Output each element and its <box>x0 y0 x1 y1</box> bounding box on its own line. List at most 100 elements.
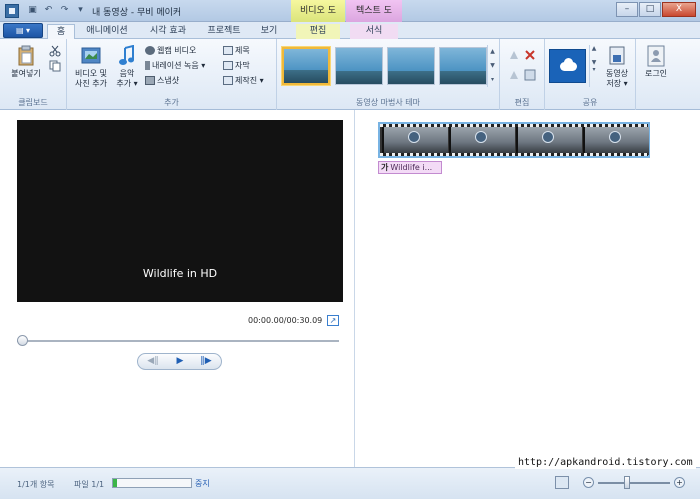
maximize-button[interactable]: □ <box>639 2 661 17</box>
webcam-icon <box>145 46 155 55</box>
share-group-label: 공유 <box>582 98 598 107</box>
seek-bar[interactable] <box>17 340 339 342</box>
autotheme-group: ▲ ▼ ▾ 동영상 마법사 테마 <box>277 39 500 110</box>
theme-thumbnail-3[interactable] <box>387 47 435 85</box>
time-readout: 00:00.00/00:30.09 <box>248 316 323 325</box>
tab-visual-effects[interactable]: 시각 효과 <box>141 24 195 39</box>
gallery-up-icon[interactable]: ▲ <box>488 45 497 59</box>
preview-caption-text: Wildlife in HD <box>142 267 218 280</box>
onedrive-share-button[interactable] <box>549 49 586 83</box>
rotate-left-icon[interactable] <box>508 49 520 61</box>
zoom-slider[interactable] <box>598 482 670 484</box>
caption-clip-text: Wildlife i... <box>390 163 433 172</box>
add-videos-photos-icon <box>81 47 101 64</box>
paste-label: 붙여넣기 <box>11 69 41 78</box>
add-videos-photos-line2: 사진 추가 <box>75 79 107 88</box>
seek-thumb[interactable] <box>17 335 28 346</box>
gallery-down-icon[interactable]: ▼ <box>488 59 497 73</box>
clip-frame <box>382 127 448 155</box>
movie-maker-app-icon[interactable] <box>5 4 19 18</box>
caption-button[interactable]: 자막 <box>223 60 250 71</box>
ribbon-tab-bar: ▤ ▾ 홈 애니메이션 시각 효과 프로젝트 보기 편집 서식 <box>0 22 700 39</box>
save-movie-icon <box>609 46 625 65</box>
fullscreen-button[interactable]: ↗ <box>327 315 339 326</box>
watermark-url: http://apkandroid.tistory.com <box>515 456 696 469</box>
status-bar: http://apkandroid.tistory.com 1/1개 항목 파일… <box>0 456 700 499</box>
close-button[interactable]: X <box>662 2 696 17</box>
theme-thumbnail-default[interactable] <box>282 47 330 85</box>
stop-link[interactable]: 중지 <box>195 478 210 489</box>
paste-button[interactable]: 붙여넣기 <box>6 45 46 79</box>
snapshot-button[interactable]: 스냅샷 <box>145 75 179 86</box>
share-gallery-scroller[interactable]: ▲ ▼ ▾ <box>589 45 598 87</box>
save-icon[interactable]: ▣ <box>26 4 39 17</box>
signin-label: 로그인 <box>644 69 668 78</box>
rotate-right-icon[interactable] <box>508 69 520 81</box>
video-clip[interactable] <box>378 122 650 158</box>
tab-home[interactable]: 홈 <box>47 24 75 39</box>
storyboard-pane: 가 Wildlife i... <box>356 110 700 467</box>
preview-pane: Wildlife in HD 00:00.00/00:30.09 ↗ ◀‖ ▶ … <box>0 110 355 467</box>
add-videos-photos-line1: 비디오 및 <box>75 69 107 78</box>
previous-frame-button[interactable]: ◀‖ <box>142 355 164 368</box>
cut-icon[interactable] <box>49 45 61 57</box>
theme-thumbnail-4[interactable] <box>439 47 487 85</box>
add-group-label: 추가 <box>164 98 179 107</box>
record-narration-button[interactable]: 내레이션 녹음 ▾ <box>145 60 205 71</box>
text-tools-context-label: 텍스트 도구 <box>346 0 402 38</box>
video-preview-monitor[interactable]: Wildlife in HD <box>17 120 343 302</box>
webcam-video-button[interactable]: 웹캠 비디오 <box>145 45 196 56</box>
minimize-button[interactable]: – <box>616 2 638 17</box>
zoom-in-button[interactable]: + <box>674 477 685 488</box>
save-movie-button[interactable]: 동영상 저장 ▾ <box>601 45 633 89</box>
add-music-button[interactable]: 음악 추가 ▾ <box>113 45 141 89</box>
progress-bar <box>112 478 192 488</box>
credits-button[interactable]: 제작진 ▾ <box>223 75 264 86</box>
tab-project[interactable]: 프로젝트 <box>200 24 248 39</box>
theme-thumbnail-2[interactable] <box>335 47 383 85</box>
save-movie-line1: 동영상 <box>605 69 629 78</box>
title-icon <box>223 46 233 55</box>
share-group: ▲ ▼ ▾ 동영상 저장 ▾ 공유 <box>545 39 636 110</box>
tab-view[interactable]: 보기 <box>253 24 285 39</box>
gallery-more-icon[interactable]: ▾ <box>488 73 497 87</box>
caption-label: 자막 <box>235 61 250 70</box>
record-narration-label: 내레이션 녹음 ▾ <box>152 61 206 70</box>
qat-dropdown-icon[interactable]: ▾ <box>74 4 87 17</box>
next-frame-button[interactable]: ‖▶ <box>195 355 217 368</box>
item-count: 1/1개 항목 <box>17 480 55 489</box>
undo-icon[interactable]: ↶ <box>42 4 55 17</box>
snapshot-label: 스냅샷 <box>157 76 180 85</box>
redo-icon[interactable]: ↷ <box>58 4 71 17</box>
thumbnail-size-icon[interactable] <box>555 476 569 489</box>
clip-frame <box>516 127 582 155</box>
zoom-slider-thumb[interactable] <box>624 476 630 489</box>
signin-button[interactable]: 로그인 <box>638 45 674 79</box>
clipboard-group-label: 클립보드 <box>18 98 48 107</box>
tab-edit[interactable]: 편집 <box>296 24 340 39</box>
clock-icon <box>542 131 554 143</box>
film-sprocket-bottom <box>380 153 648 156</box>
quick-access-toolbar: ▣ ↶ ↷ ▾ <box>26 4 87 17</box>
caption-clip[interactable]: 가 Wildlife i... <box>378 161 442 174</box>
play-button[interactable]: ▶ <box>169 355 191 368</box>
clip-frame <box>449 127 515 155</box>
clock-icon <box>408 131 420 143</box>
title-bar: ▣ ↶ ↷ ▾ 내 동영상 - 무비 메이커 비디오 도구 텍스트 도구 – □… <box>0 0 700 38</box>
remove-icon[interactable] <box>524 49 536 61</box>
snapshot-icon <box>145 76 155 85</box>
tab-animations[interactable]: 애니메이션 <box>80 24 134 39</box>
file-menu-button[interactable]: ▤ ▾ <box>3 23 43 38</box>
title-button[interactable]: 제목 <box>223 45 250 56</box>
credits-label: 제작진 ▾ <box>235 76 264 85</box>
select-all-icon[interactable] <box>524 69 536 81</box>
webcam-video-label: 웹캠 비디오 <box>157 46 197 55</box>
tab-format[interactable]: 서식 <box>350 24 398 39</box>
copy-icon[interactable] <box>49 60 61 72</box>
caption-icon <box>223 61 233 70</box>
music-note-icon <box>119 45 134 65</box>
add-videos-photos-button[interactable]: 비디오 및 사진 추가 <box>71 45 111 89</box>
clipboard-icon <box>18 45 34 66</box>
save-movie-line2: 저장 ▾ <box>606 79 628 88</box>
zoom-out-button[interactable]: − <box>583 477 594 488</box>
